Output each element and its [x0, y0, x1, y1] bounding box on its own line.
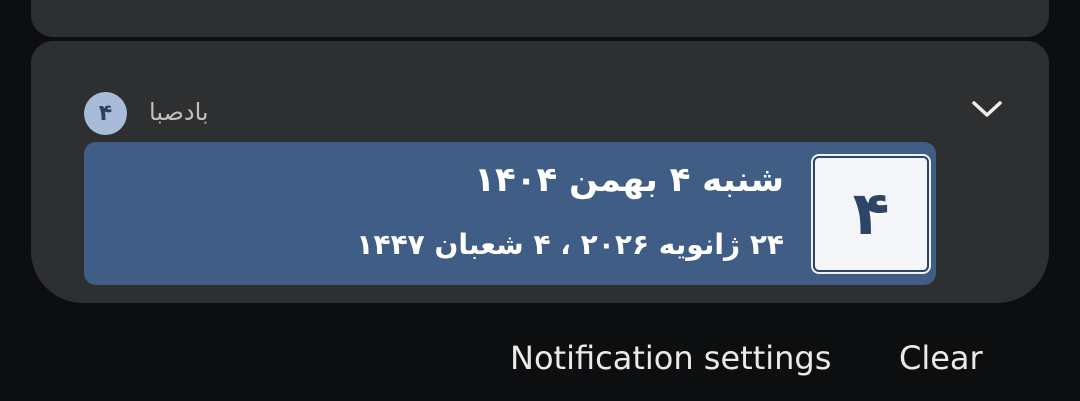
- notification-subtitle: ۲۴ ژانویه ۲۰۲۶ ، ۴ شعبان ۱۴۴۷: [356, 228, 784, 261]
- clear-button[interactable]: Clear: [899, 338, 983, 378]
- notification-content[interactable]: ۴ شنبه ۴ بهمن ۱۴۰۴ ۲۴ ژانویه ۲۰۲۶ ، ۴ شع…: [84, 142, 936, 285]
- day-number-icon: ۴: [813, 156, 929, 272]
- notification-title: شنبه ۴ بهمن ۱۴۰۴: [474, 160, 784, 200]
- app-name: بادصبا: [149, 98, 209, 126]
- chevron-down-icon: [972, 101, 1002, 117]
- previous-notification-card[interactable]: [31, 0, 1049, 37]
- notification-settings-button[interactable]: Notification settings: [510, 338, 831, 378]
- expand-button[interactable]: [969, 91, 1005, 127]
- notification-card[interactable]: ۴ بادصبا ۴ شنبه ۴ بهمن ۱۴۰۴ ۲۴ ژانویه ۲۰…: [31, 41, 1049, 303]
- app-icon-badge: ۴: [84, 92, 127, 135]
